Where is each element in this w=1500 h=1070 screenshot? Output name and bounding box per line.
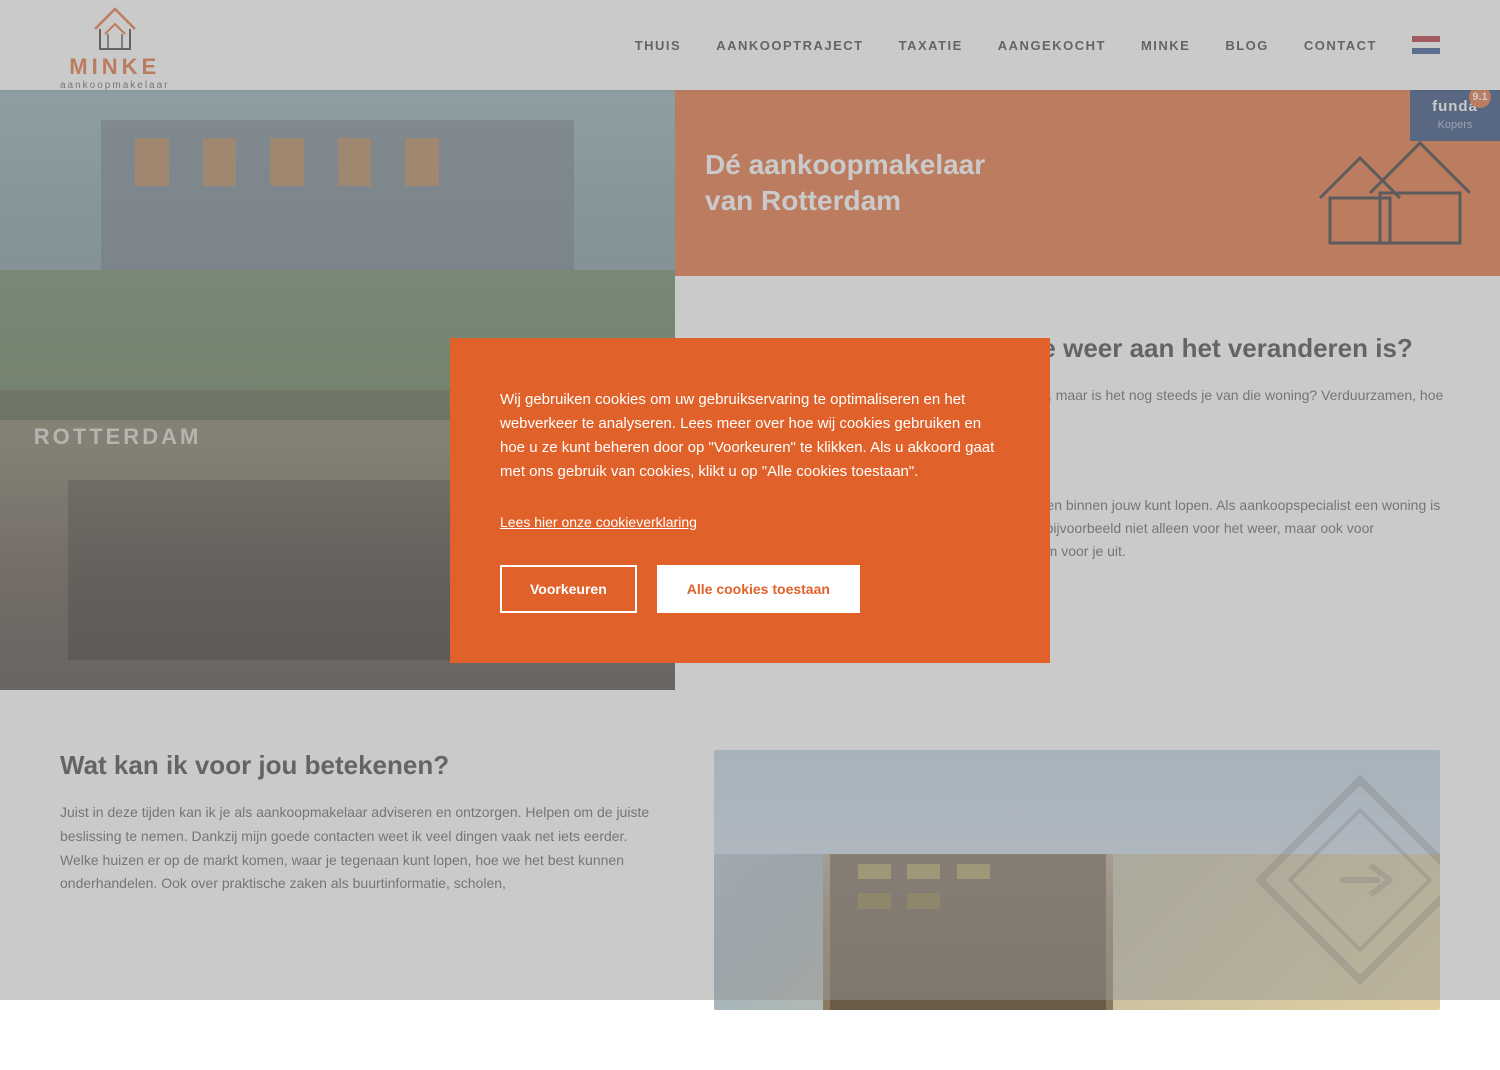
cookie-overlay: Wij gebruiken cookies om uw gebruikserva… [0,0,1500,1000]
cookie-policy-link[interactable]: Lees hier onze cookieverklaring [500,514,1000,530]
cookie-dialog: Wij gebruiken cookies om uw gebruikserva… [450,338,1050,663]
cookie-preferences-button[interactable]: Voorkeuren [500,565,637,613]
cookie-text: Wij gebruiken cookies om uw gebruikserva… [500,388,1000,484]
cookie-buttons: Voorkeuren Alle cookies toestaan [500,565,1000,613]
cookie-accept-button[interactable]: Alle cookies toestaan [657,565,860,613]
